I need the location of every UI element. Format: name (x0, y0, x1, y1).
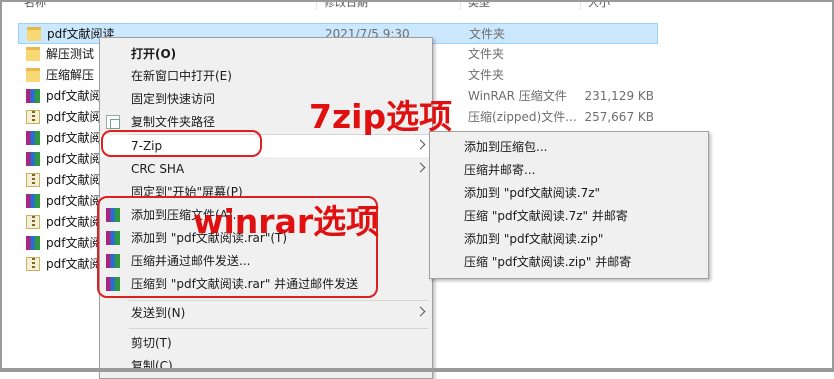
menu-item-label: CRC SHA (131, 162, 185, 176)
column-type-header[interactable]: 类型 (468, 0, 490, 10)
submenu-item-label: 添加到 "pdf文献阅读.zip" (464, 232, 604, 246)
menu-item-label: 固定到快速访问 (131, 92, 216, 106)
column-divider[interactable] (580, 0, 581, 10)
submenu-item-add-7z[interactable]: 添加到 "pdf文献阅读.7z" (430, 182, 708, 205)
menu-item-label: 剪切(T) (131, 336, 172, 350)
file-type: 文件夹 (468, 68, 505, 82)
submenu-item-label: 压缩并邮寄... (464, 163, 536, 177)
menu-item-copy[interactable]: 复制(C) (100, 355, 432, 377)
folder-icon (26, 68, 40, 82)
chevron-right-icon (415, 139, 426, 150)
folder-icon (27, 27, 41, 41)
menu-separator (129, 300, 429, 301)
menu-item-open[interactable]: 打开(O) (100, 43, 432, 65)
file-name: pdf文献阅 (46, 215, 102, 229)
column-name-header[interactable]: 名称 (24, 0, 46, 10)
file-type: 文件夹 (469, 27, 506, 41)
winrar-icon (106, 231, 120, 245)
menu-item-label: 在新窗口中打开(E) (131, 69, 232, 83)
file-size: 257,667 KB (584, 110, 654, 124)
file-size: 231,129 KB (584, 89, 654, 103)
chevron-right-icon (415, 162, 426, 173)
menu-item-label: 固定到"开始"屏幕(P) (131, 185, 243, 199)
column-date-header[interactable]: 修改日期 (324, 0, 368, 10)
menu-item-label: 复制(C) (131, 359, 173, 373)
menu-item-send-to[interactable]: 发送到(N) (100, 302, 432, 324)
menu-item-winrar-compress-rar-email[interactable]: 压缩到 "pdf文献阅读.rar" 并通过邮件发送 (100, 273, 432, 295)
menu-item-label: 打开(O) (131, 47, 177, 61)
file-name: pdf文献阅 (46, 110, 102, 124)
submenu-item-compress-email[interactable]: 压缩并邮寄... (430, 159, 708, 182)
column-divider[interactable] (460, 0, 461, 10)
menu-item-7zip[interactable]: 7-Zip (100, 135, 432, 157)
submenu-item-compress-zip-email[interactable]: 压缩 "pdf文献阅读.zip" 并邮寄 (430, 251, 708, 274)
zip-archive-icon (26, 257, 40, 271)
menu-item-label: 7-Zip (131, 139, 163, 153)
submenu-item-label: 压缩 "pdf文献阅读.7z" 并邮寄 (464, 209, 628, 223)
menu-item-label: 发送到(N) (131, 306, 186, 320)
menu-item-label: 压缩并通过邮件发送... (131, 254, 251, 268)
zip-archive-icon (26, 215, 40, 229)
7zip-annotation-label: 7zip选项 (309, 97, 453, 136)
winrar-archive-icon (26, 194, 40, 208)
winrar-archive-icon (26, 236, 40, 250)
file-name: pdf文献阅 (46, 236, 102, 250)
menu-item-label: 压缩到 "pdf文献阅读.rar" 并通过邮件发送 (131, 277, 359, 291)
submenu-item-compress-7z-email[interactable]: 压缩 "pdf文献阅读.7z" 并邮寄 (430, 205, 708, 228)
file-name: pdf文献阅 (46, 89, 102, 103)
file-name: pdf文献阅 (46, 152, 102, 166)
menu-item-cut[interactable]: 剪切(T) (100, 332, 432, 354)
file-name: 压缩解压 (46, 68, 95, 82)
menu-item-open-new-window[interactable]: 在新窗口中打开(E) (100, 65, 432, 87)
column-header: 名称 修改日期 类型 大小 (0, 0, 834, 10)
submenu-item-add-archive[interactable]: 添加到压缩包... (430, 136, 708, 159)
file-type: 压缩(zipped)文件... (468, 110, 577, 124)
winrar-annotation-label: winrar选项 (193, 202, 380, 241)
winrar-archive-icon (26, 152, 40, 166)
submenu-item-add-zip[interactable]: 添加到 "pdf文献阅读.zip" (430, 228, 708, 251)
file-type: 文件夹 (468, 47, 505, 61)
column-divider[interactable] (316, 0, 317, 10)
folder-icon (26, 47, 40, 61)
file-name: pdf文献阅 (46, 257, 102, 271)
winrar-archive-icon (26, 131, 40, 145)
submenu-item-label: 添加到 "pdf文献阅读.7z" (464, 186, 601, 200)
winrar-archive-icon (26, 89, 40, 103)
file-name: pdf文献阅 (46, 131, 102, 145)
menu-separator (129, 328, 429, 329)
copy-document-icon (106, 115, 120, 129)
column-size-header[interactable]: 大小 (588, 0, 610, 10)
file-name: pdf文献阅 (46, 194, 102, 208)
submenu-item-label: 压缩 "pdf文献阅读.zip" 并邮寄 (464, 255, 632, 269)
submenu-item-label: 添加到压缩包... (464, 140, 548, 154)
menu-item-pin-start[interactable]: 固定到"开始"屏幕(P) (100, 181, 432, 203)
file-name: 解压测试 (46, 47, 95, 61)
7zip-submenu: 添加到压缩包... 压缩并邮寄... 添加到 "pdf文献阅读.7z" 压缩 "… (429, 131, 709, 279)
menu-item-winrar-compress-email[interactable]: 压缩并通过邮件发送... (100, 250, 432, 272)
chevron-right-icon (415, 306, 426, 317)
winrar-icon (106, 254, 120, 268)
menu-item-crc-sha[interactable]: CRC SHA (100, 158, 432, 180)
winrar-icon (106, 277, 120, 291)
winrar-icon (106, 208, 120, 222)
menu-item-label: 复制文件夹路径 (131, 115, 216, 129)
file-type: WinRAR 压缩文件 (468, 89, 567, 103)
file-name: pdf文献阅 (46, 173, 102, 187)
zip-archive-icon (26, 110, 40, 124)
zip-archive-icon (26, 173, 40, 187)
